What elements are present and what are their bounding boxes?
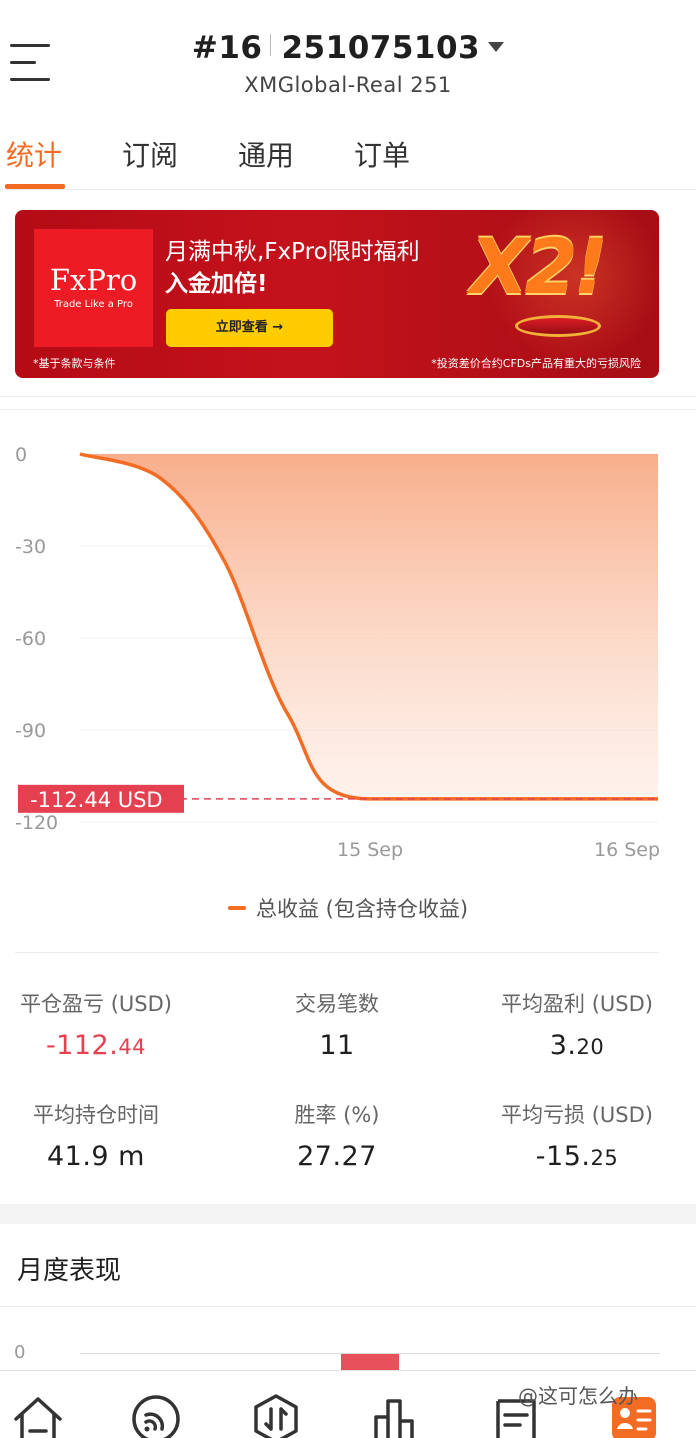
monthly-zero-label: 0 bbox=[14, 1342, 26, 1363]
profit-chart: 0 -30 -60 -90 -120 -112.44 USD 15 Sep 16 Sep bbox=[15, 444, 660, 861]
section-divider bbox=[0, 396, 696, 410]
tab-stats[interactable]: 统计 bbox=[6, 134, 62, 174]
header: #16 251075103 XMGlobal-Real 251 bbox=[0, 0, 696, 110]
promo-pedestal bbox=[515, 315, 601, 337]
banner-terms-note: *基于条款与条件 bbox=[33, 357, 116, 370]
stat-closed-pnl: 平仓盈亏 (USD) -112.44 bbox=[20, 992, 172, 1061]
banner-cta-button[interactable]: 立即查看 → bbox=[166, 309, 333, 347]
server-name: XMGlobal-Real 251 bbox=[244, 73, 452, 97]
y-tick-label: -120 bbox=[15, 812, 58, 834]
stat-trade-count: 交易笔数 11 bbox=[295, 992, 379, 1061]
stat-avg-hold-time: 平均持仓时间 41.9 m bbox=[33, 1103, 159, 1172]
fxpro-logo: FxPro Trade Like a Pro bbox=[34, 229, 153, 347]
stat-win-rate: 胜率 (%) 27.27 bbox=[294, 1103, 380, 1172]
monthly-title: 月度表现 bbox=[17, 1256, 122, 1286]
stat-avg-loss: 平均亏损 (USD) -15.25 bbox=[501, 1103, 653, 1172]
y-tick-label: -90 bbox=[15, 720, 46, 742]
tab-bar: 统计 订阅 通用 订单 bbox=[0, 118, 696, 190]
divider bbox=[0, 1306, 696, 1307]
chart-area bbox=[80, 454, 658, 799]
banner-risk-note: *投资差价合约CFDs产品有重大的亏损风险 bbox=[431, 357, 641, 370]
watermark: @这可怎么办 bbox=[518, 1384, 638, 1408]
chart-legend: 总收益 (包含持仓收益) bbox=[0, 893, 696, 923]
divider bbox=[15, 952, 659, 953]
promo-multiplier: X2! bbox=[470, 222, 608, 311]
banner-subheadline: 入金加倍! bbox=[165, 271, 268, 297]
tab-subscribe[interactable]: 订阅 bbox=[122, 134, 178, 174]
x-tick-label: 16 Sep bbox=[594, 839, 660, 861]
banner-headline: 月满中秋,FxPro限时福利 bbox=[165, 239, 420, 265]
tab-orders[interactable]: 订单 bbox=[354, 134, 410, 174]
account-index: #16 bbox=[191, 30, 263, 66]
account-number: 251075103 bbox=[281, 30, 481, 66]
y-tick-label: -60 bbox=[15, 628, 46, 650]
trade-icon[interactable] bbox=[250, 1393, 302, 1438]
y-tick-label: 0 bbox=[15, 444, 27, 466]
chevron-down-icon bbox=[488, 42, 505, 52]
section-gap bbox=[0, 1204, 696, 1224]
current-value-label: -112.44 USD bbox=[30, 788, 163, 812]
chart-icon[interactable] bbox=[370, 1393, 422, 1438]
promo-banner[interactable]: FxPro Trade Like a Pro 月满中秋,FxPro限时福利 入金… bbox=[15, 210, 659, 378]
active-tab-indicator bbox=[5, 184, 65, 189]
tab-general[interactable]: 通用 bbox=[238, 134, 294, 174]
home-icon[interactable] bbox=[12, 1393, 64, 1438]
x-tick-label: 15 Sep bbox=[337, 839, 403, 861]
legend-swatch bbox=[227, 906, 246, 910]
legend-label: 总收益 (包含持仓收益) bbox=[255, 897, 469, 921]
signal-icon[interactable] bbox=[130, 1393, 182, 1438]
account-selector[interactable]: #16 251075103 bbox=[0, 30, 696, 66]
stat-avg-profit: 平均盈利 (USD) 3.20 bbox=[501, 992, 653, 1061]
y-tick-label: -30 bbox=[15, 536, 46, 558]
